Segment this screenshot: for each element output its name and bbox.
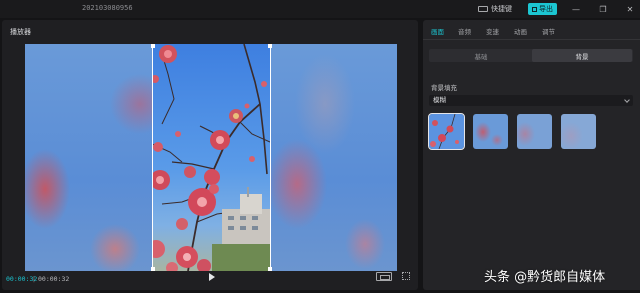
blur-option-1[interactable] [428, 113, 465, 150]
background-fill-label: 背景填充 [431, 84, 457, 92]
aspect-ratio-icon[interactable] [376, 272, 392, 281]
export-label: 导出 [539, 5, 553, 13]
blur-option-2[interactable] [473, 114, 508, 149]
shortcut-label: 快捷键 [491, 5, 512, 13]
blur-option-4[interactable] [561, 114, 596, 149]
tab-speed[interactable]: 变速 [486, 26, 499, 36]
fill-mode-select[interactable]: 模糊 [429, 95, 633, 106]
tab-adjust[interactable]: 调节 [542, 26, 555, 36]
basic-background-switch: 基础 背景 [429, 49, 633, 62]
title-bar: 202103080956 快捷键 导出 — ❐ ✕ [0, 0, 640, 18]
tab-animation[interactable]: 动画 [514, 26, 527, 36]
segment-basic[interactable]: 基础 [431, 49, 531, 62]
tab-audio[interactable]: 音频 [458, 26, 471, 36]
fill-mode-value: 模糊 [433, 96, 446, 104]
play-button[interactable] [207, 272, 217, 282]
video-preview[interactable] [25, 44, 397, 271]
watermark: 头条 @黔货郎自媒体 [484, 270, 606, 285]
player-title: 播放器 [10, 28, 31, 36]
export-icon [532, 6, 537, 12]
close-icon[interactable]: ✕ [624, 3, 636, 15]
shortcut-button[interactable]: 快捷键 [474, 3, 516, 15]
play-icon [209, 273, 215, 281]
segment-background[interactable]: 背景 [532, 49, 632, 62]
blur-option-3[interactable] [517, 114, 552, 149]
export-button[interactable]: 导出 [528, 3, 557, 15]
minimize-icon[interactable]: — [570, 3, 582, 15]
time-total: 00:00:32 [38, 275, 70, 283]
inspector-tabs: 画面 音频 变速 动画 调节 [423, 20, 640, 40]
plum-blossom-photo[interactable] [152, 44, 271, 271]
tab-picture[interactable]: 画面 [431, 26, 444, 36]
maximize-icon[interactable]: ❐ [597, 3, 609, 15]
player-panel: 播放器 00:00:32 | 00:00:32 [2, 20, 418, 290]
keyboard-icon [478, 6, 488, 12]
time-separator: | [32, 275, 36, 283]
player-controls: 00:00:32 | 00:00:32 [2, 270, 418, 290]
fullscreen-icon[interactable] [402, 272, 410, 280]
chevron-down-icon [624, 97, 630, 103]
inspector-panel: 画面 音频 变速 动画 调节 基础 背景 背景填充 模糊 [423, 20, 640, 290]
project-name: 202103080956 [82, 4, 133, 12]
